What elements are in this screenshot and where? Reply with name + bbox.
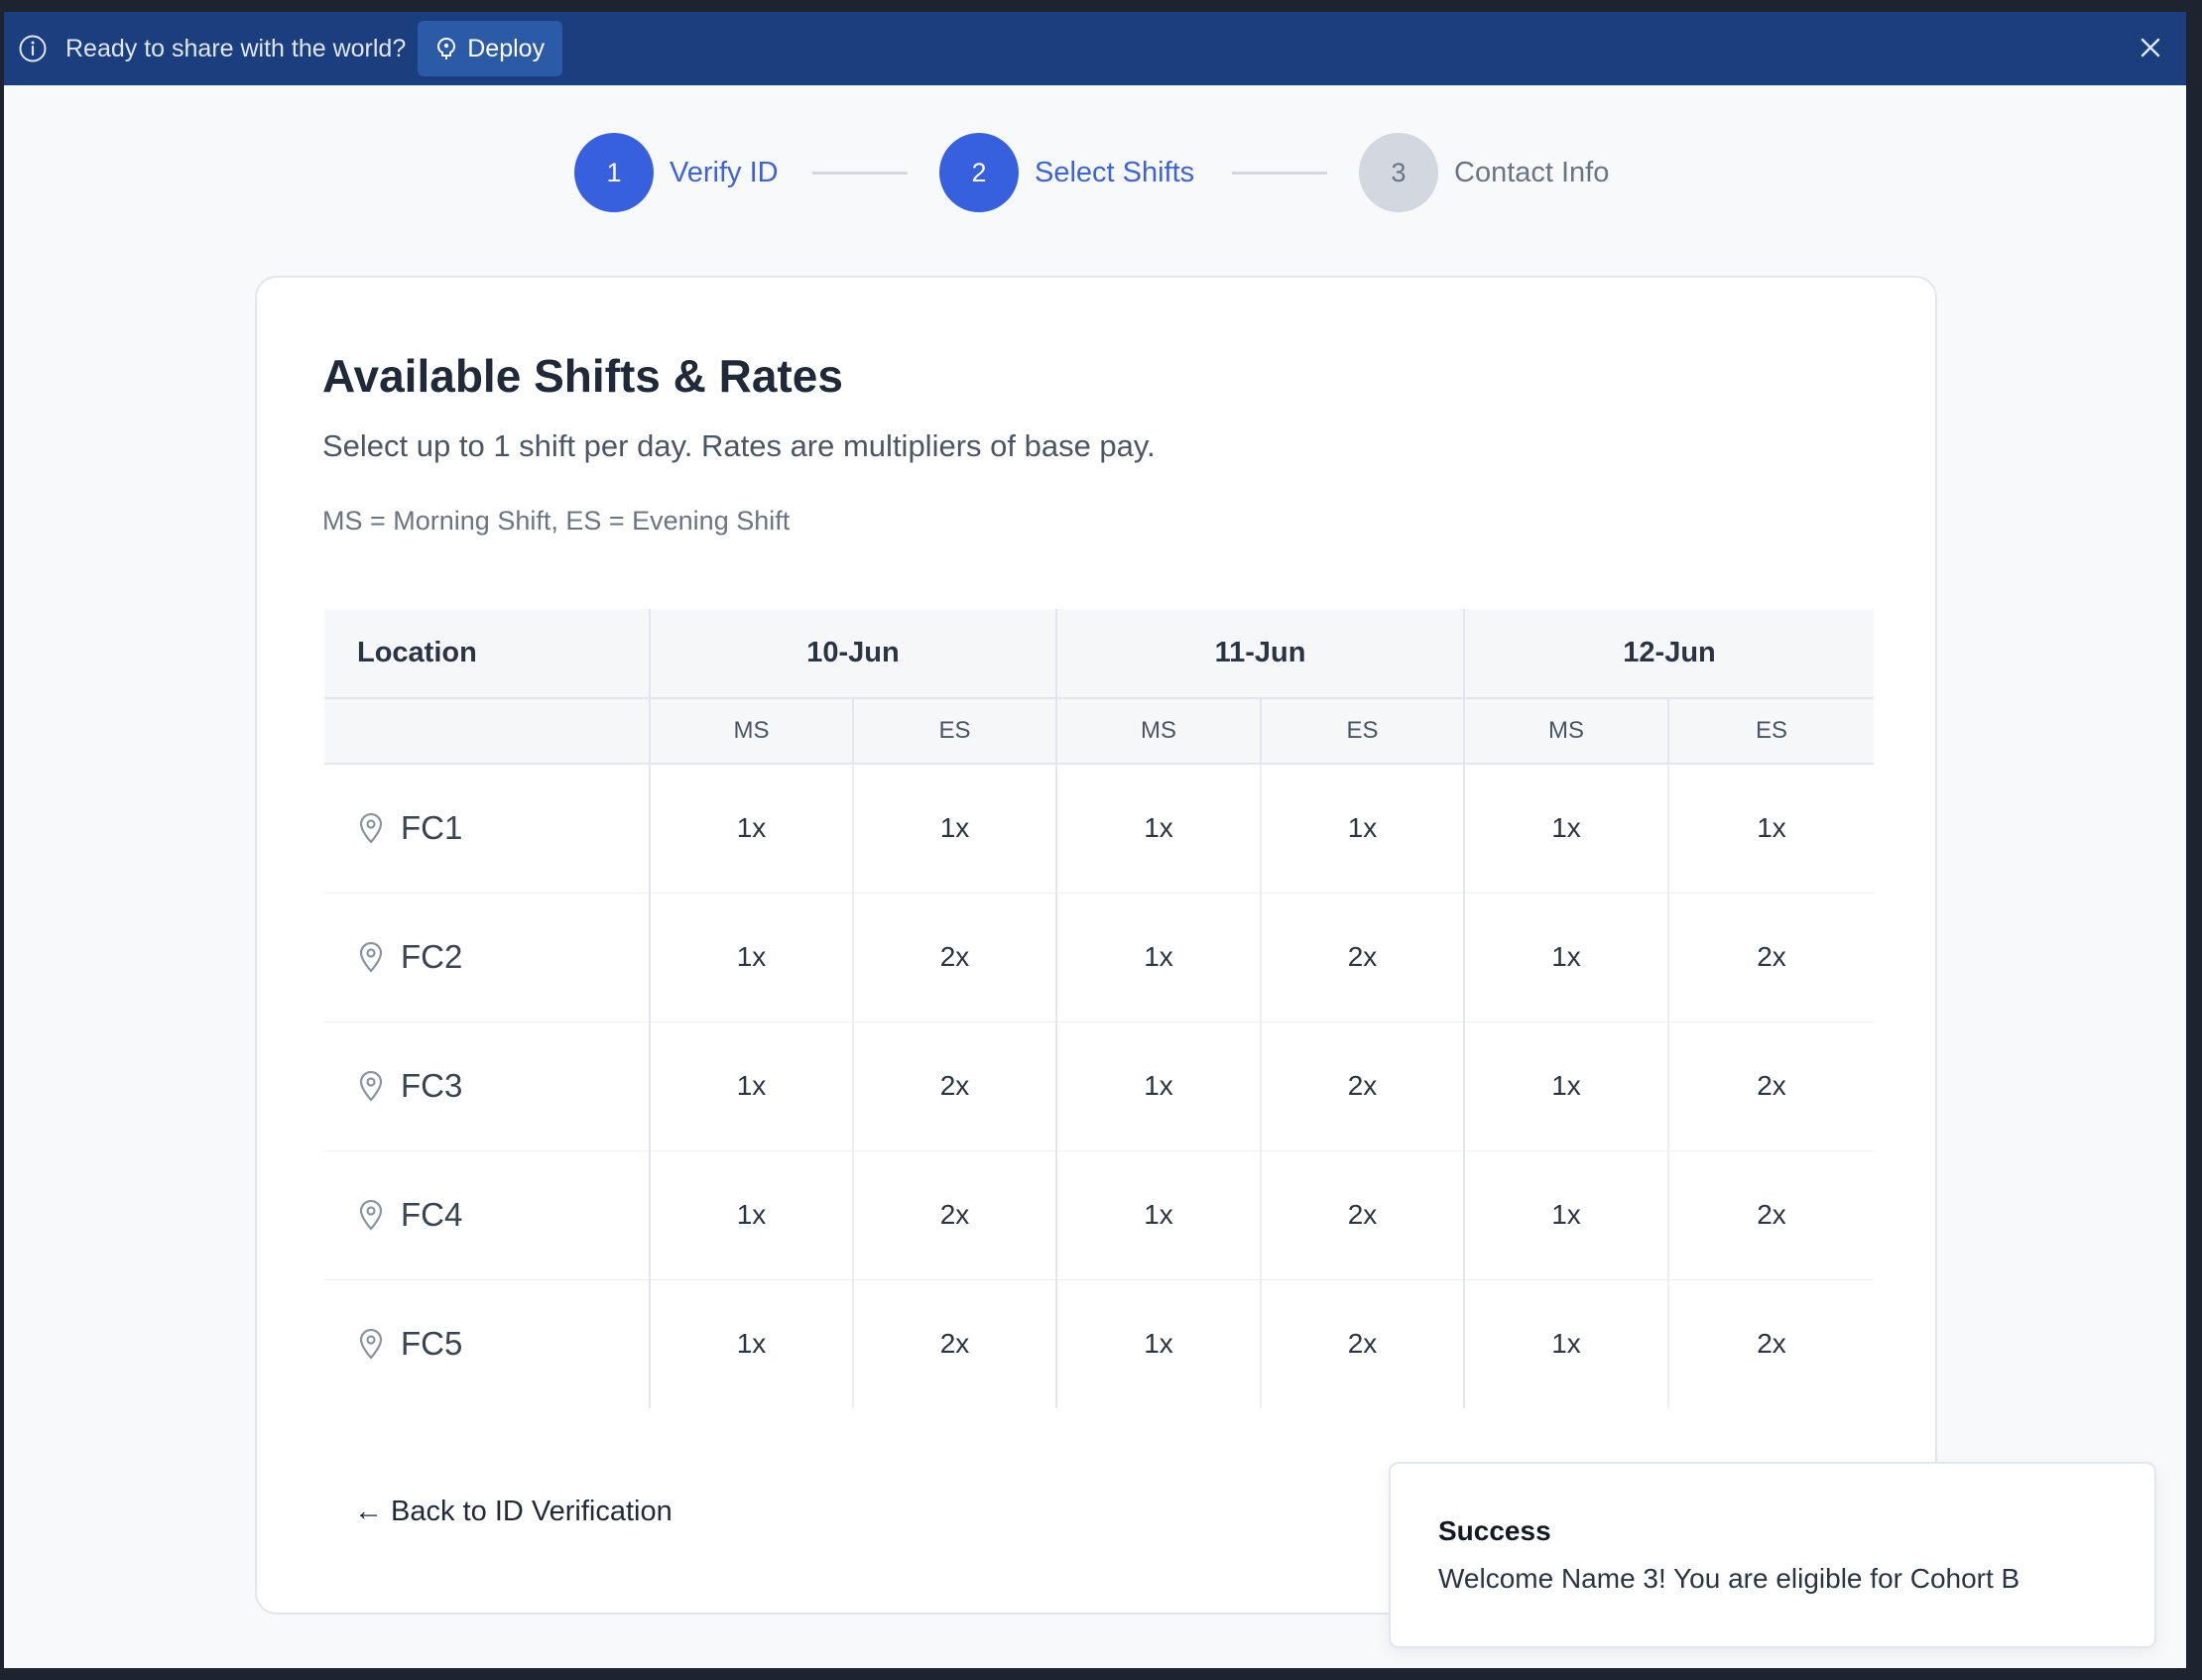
rate-cell[interactable]: 2x bbox=[1667, 893, 1875, 1022]
location-cell: FC1 bbox=[324, 764, 650, 894]
rate-cell[interactable]: 2x bbox=[1260, 1021, 1465, 1151]
location-cell: FC4 bbox=[324, 1150, 650, 1280]
table-row: FC2 1x 2x 1x 2x 1x 2x bbox=[324, 893, 1875, 1022]
rate-cell[interactable]: 2x bbox=[851, 1279, 1057, 1408]
back-to-id-verification-link[interactable]: ← Back to ID Verification bbox=[354, 1496, 673, 1528]
rocket-icon bbox=[435, 37, 457, 60]
rate-cell[interactable]: 1x bbox=[1055, 1279, 1262, 1408]
rate-cell[interactable]: 2x bbox=[851, 1021, 1057, 1151]
deploy-button[interactable]: Deploy bbox=[418, 21, 563, 76]
toast-message: Welcome Name 3! You are eligible for Coh… bbox=[1438, 1563, 2020, 1594]
table-row: FC5 1x 2x 1x 2x 1x 2x bbox=[324, 1279, 1875, 1408]
rate-cell[interactable]: 1x bbox=[1055, 764, 1262, 894]
rate-cell[interactable]: 1x bbox=[1667, 764, 1875, 894]
rate-cell[interactable]: 1x bbox=[1055, 1150, 1262, 1280]
location-name: FC1 bbox=[401, 809, 463, 847]
map-pin-icon bbox=[357, 811, 385, 845]
rate-cell[interactable]: 1x bbox=[649, 1021, 853, 1151]
step-verify-id[interactable]: 1 Verify ID bbox=[574, 133, 779, 212]
map-pin-icon bbox=[357, 1069, 385, 1103]
map-pin-icon bbox=[357, 1198, 385, 1232]
rate-cell[interactable]: 1x bbox=[1055, 1021, 1262, 1151]
deploy-button-label: Deploy bbox=[467, 34, 546, 62]
step-label: Verify ID bbox=[670, 156, 779, 188]
location-name: FC4 bbox=[401, 1196, 463, 1233]
location-header: Location bbox=[324, 609, 650, 699]
progress-stepper: 1 Verify ID 2 Select Shifts 3 Contact In… bbox=[4, 133, 2186, 212]
rate-cell[interactable]: 1x bbox=[649, 764, 853, 894]
rate-cell[interactable]: 2x bbox=[851, 1150, 1057, 1280]
shift-subheader: MS bbox=[649, 698, 853, 765]
location-cell: FC3 bbox=[324, 1021, 650, 1151]
rate-cell[interactable]: 1x bbox=[1055, 893, 1262, 1022]
step-connector bbox=[1232, 172, 1327, 175]
success-toast: Success Welcome Name 3! You are eligible… bbox=[1389, 1462, 2156, 1648]
shift-subheader: ES bbox=[851, 698, 1057, 765]
close-icon[interactable] bbox=[2137, 34, 2164, 61]
shifts-card: Available Shifts & Rates Select up to 1 … bbox=[255, 276, 1937, 1615]
step-connector bbox=[812, 172, 908, 175]
date-header: 12-Jun bbox=[1463, 609, 1875, 699]
table-row: FC1 1x 1x 1x 1x 1x 1x bbox=[324, 764, 1875, 894]
location-name: FC3 bbox=[401, 1067, 463, 1104]
shift-subheader: ES bbox=[1667, 698, 1875, 765]
shift-legend-note: MS = Morning Shift, ES = Evening Shift bbox=[322, 506, 791, 536]
deploy-banner: Ready to share with the world? Deploy bbox=[4, 12, 2186, 85]
date-header: 10-Jun bbox=[648, 609, 1057, 699]
rate-cell[interactable]: 2x bbox=[1260, 1150, 1465, 1280]
step-select-shifts[interactable]: 2 Select Shifts bbox=[939, 133, 1194, 212]
map-pin-icon bbox=[357, 940, 385, 974]
card-subtitle: Select up to 1 shift per day. Rates are … bbox=[322, 428, 1156, 463]
rate-cell[interactable]: 1x bbox=[1463, 1150, 1669, 1280]
date-header: 11-Jun bbox=[1055, 609, 1465, 699]
banner-text: Ready to share with the world? bbox=[65, 34, 407, 62]
toast-title: Success bbox=[1438, 1515, 1551, 1546]
rate-cell[interactable]: 2x bbox=[851, 893, 1057, 1022]
step-label: Contact Info bbox=[1454, 156, 1610, 188]
rate-cell[interactable]: 1x bbox=[649, 1279, 853, 1408]
table-row: FC3 1x 2x 1x 2x 1x 2x bbox=[324, 1021, 1875, 1151]
app-frame: Ready to share with the world? Deploy 1 … bbox=[4, 12, 2186, 1668]
table-row: FC4 1x 2x 1x 2x 1x 2x bbox=[324, 1150, 1875, 1280]
step-contact-info[interactable]: 3 Contact Info bbox=[1359, 133, 1609, 212]
step-label: Select Shifts bbox=[1035, 156, 1195, 188]
rate-cell[interactable]: 1x bbox=[851, 764, 1057, 894]
rate-cell[interactable]: 1x bbox=[649, 1150, 853, 1280]
rate-cell[interactable]: 2x bbox=[1667, 1021, 1875, 1151]
location-cell: FC5 bbox=[324, 1279, 650, 1408]
rate-cell[interactable]: 1x bbox=[649, 893, 853, 1022]
shift-subheader: ES bbox=[1260, 698, 1465, 765]
rate-cell[interactable]: 1x bbox=[1260, 764, 1465, 894]
step-number: 2 bbox=[939, 133, 1019, 212]
location-cell: FC2 bbox=[324, 893, 650, 1022]
location-name: FC5 bbox=[401, 1325, 463, 1363]
rate-cell[interactable]: 2x bbox=[1667, 1279, 1875, 1408]
rate-cell[interactable]: 1x bbox=[1463, 1021, 1669, 1151]
step-number: 1 bbox=[574, 133, 654, 212]
map-pin-icon bbox=[357, 1327, 385, 1361]
shift-subheader: MS bbox=[1055, 698, 1262, 765]
rate-cell[interactable]: 1x bbox=[1463, 764, 1669, 894]
rate-cell[interactable]: 1x bbox=[1463, 893, 1669, 1022]
location-name: FC2 bbox=[401, 938, 463, 975]
rate-cell[interactable]: 2x bbox=[1667, 1150, 1875, 1280]
location-subheader-empty bbox=[324, 698, 650, 765]
shifts-table: Location 10-Jun 11-Jun 12-Jun MS ES MS E… bbox=[324, 609, 1875, 1408]
card-title: Available Shifts & Rates bbox=[322, 350, 843, 402]
rate-cell[interactable]: 2x bbox=[1260, 893, 1465, 1022]
step-number: 3 bbox=[1359, 133, 1438, 212]
info-circle-icon bbox=[18, 34, 48, 63]
shift-subheader: MS bbox=[1463, 698, 1669, 765]
rate-cell[interactable]: 2x bbox=[1260, 1279, 1465, 1408]
rate-cell[interactable]: 1x bbox=[1463, 1279, 1669, 1408]
